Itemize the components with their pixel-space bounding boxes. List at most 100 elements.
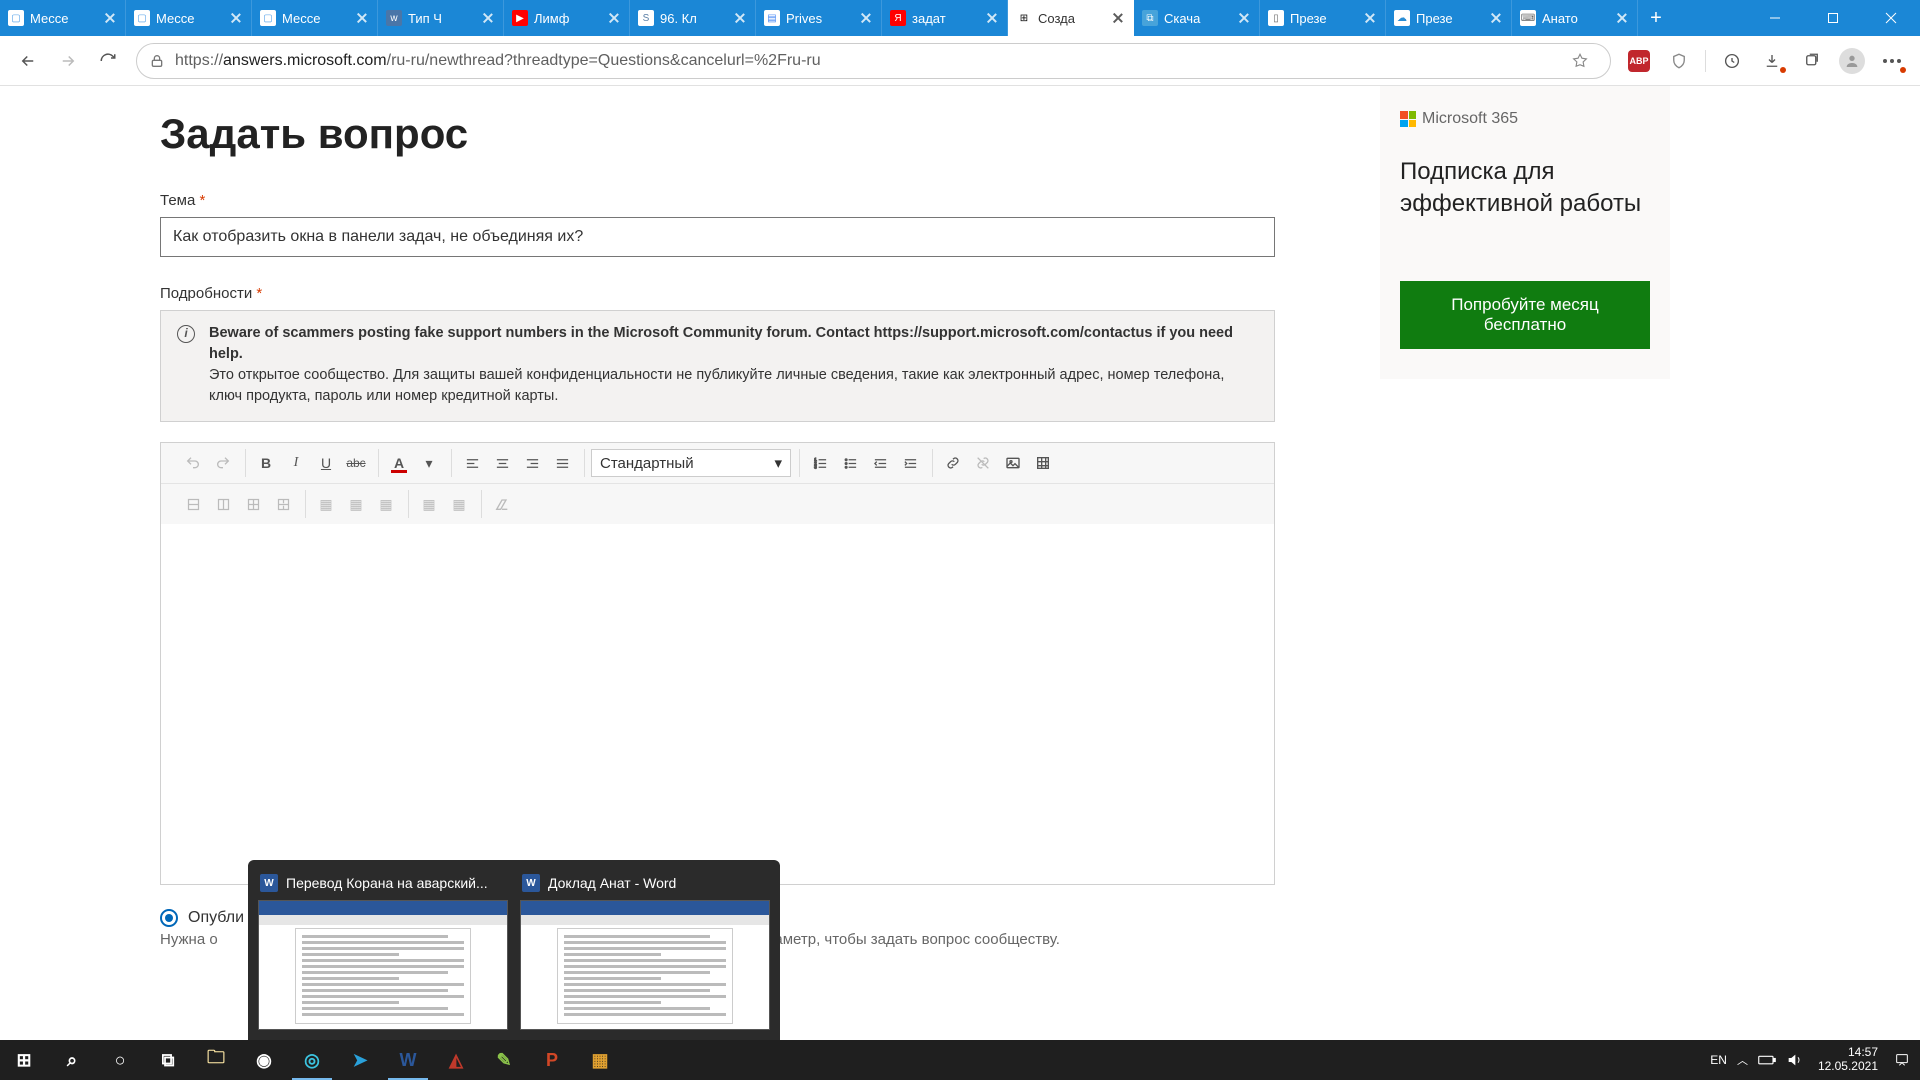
taskbar-search[interactable]: ⌕ — [48, 1040, 96, 1080]
browser-tab[interactable]: S96. Кл — [630, 0, 756, 36]
paragraph-style-select[interactable]: Стандартный▾ — [591, 449, 791, 477]
browser-tab[interactable]: ▤Prives — [756, 0, 882, 36]
link-button[interactable] — [939, 449, 967, 477]
share-icon[interactable] — [1794, 43, 1830, 79]
tab-close-icon[interactable] — [103, 11, 117, 25]
subject-input[interactable] — [160, 217, 1275, 257]
bold-button[interactable]: B — [252, 449, 280, 477]
tab-close-icon[interactable] — [1615, 11, 1629, 25]
downloads-icon[interactable] — [1754, 43, 1790, 79]
unordered-list-button[interactable] — [836, 449, 864, 477]
tab-title: Презе — [1416, 11, 1483, 26]
outdent-button[interactable] — [866, 449, 894, 477]
tab-close-icon[interactable] — [607, 11, 621, 25]
taskbar-app-red[interactable]: ◭ — [432, 1040, 480, 1080]
tab-close-icon[interactable] — [355, 11, 369, 25]
tab-favicon: ☁ — [1394, 10, 1410, 26]
profile-avatar[interactable] — [1834, 43, 1870, 79]
browser-tab[interactable]: ▢Мессе — [0, 0, 126, 36]
taskbar-preview[interactable]: WПеревод Корана на аварский... — [258, 870, 508, 1030]
table-button[interactable] — [1029, 449, 1057, 477]
indent-button[interactable] — [896, 449, 924, 477]
tray-clock[interactable]: 14:5712.05.2021 — [1812, 1046, 1884, 1074]
tab-close-icon[interactable] — [1363, 11, 1377, 25]
browser-tab[interactable]: ⌨Анато — [1512, 0, 1638, 36]
back-button[interactable] — [10, 43, 46, 79]
browser-tab[interactable]: ▢Мессе — [126, 0, 252, 36]
window-maximize-button[interactable] — [1804, 0, 1862, 36]
tray-volume-icon[interactable] — [1786, 1052, 1802, 1068]
taskbar-app-grid[interactable]: ▦ — [576, 1040, 624, 1080]
browser-tab[interactable]: ⧉Скача — [1134, 0, 1260, 36]
table-row-button — [179, 490, 207, 518]
tray-battery-icon[interactable] — [1758, 1054, 1776, 1066]
taskbar-edge[interactable]: ◎ — [288, 1040, 336, 1080]
tab-close-icon[interactable] — [985, 11, 999, 25]
address-bar[interactable]: https://answers.microsoft.com/ru-ru/newt… — [136, 43, 1611, 79]
align-left-button[interactable] — [458, 449, 486, 477]
unlink-button — [969, 449, 997, 477]
favorite-star-icon[interactable] — [1562, 43, 1598, 79]
tab-favicon: ▢ — [134, 10, 150, 26]
adblock-icon[interactable]: ABP — [1621, 43, 1657, 79]
tab-favicon: ⌨ — [1520, 10, 1536, 26]
taskbar-taskview[interactable]: ⧉ — [144, 1040, 192, 1080]
align-right-button[interactable] — [518, 449, 546, 477]
taskbar-explorer[interactable]: 🗀 — [192, 1040, 240, 1080]
browser-tab[interactable]: wТип Ч — [378, 0, 504, 36]
tab-close-icon[interactable] — [733, 11, 747, 25]
image-button[interactable] — [999, 449, 1027, 477]
window-close-button[interactable] — [1862, 0, 1920, 36]
taskbar-cortana[interactable]: ○ — [96, 1040, 144, 1080]
editor-body[interactable] — [161, 524, 1274, 884]
publish-label: Опубли — [188, 909, 244, 927]
align-justify-button[interactable] — [548, 449, 576, 477]
subject-label: Тема * — [160, 192, 1440, 209]
tab-favicon: w — [386, 10, 402, 26]
browser-tab[interactable]: ⊞Созда — [1008, 0, 1134, 36]
history-icon[interactable] — [1714, 43, 1750, 79]
tray-lang[interactable]: EN — [1710, 1053, 1727, 1067]
taskbar-word[interactable]: W — [384, 1040, 432, 1080]
menu-button[interactable] — [1874, 43, 1910, 79]
taskbar-chrome[interactable]: ◉ — [240, 1040, 288, 1080]
reload-button[interactable] — [90, 43, 126, 79]
toolbar-right: ABP — [1621, 43, 1910, 79]
tab-title: 96. Кл — [660, 11, 727, 26]
table-cell-button — [239, 490, 267, 518]
taskbar-telegram[interactable]: ➤ — [336, 1040, 384, 1080]
new-tab-button[interactable]: + — [1638, 0, 1674, 36]
browser-tab[interactable]: ▯Презе — [1260, 0, 1386, 36]
tab-close-icon[interactable] — [1489, 11, 1503, 25]
taskbar-preview[interactable]: WДоклад Анат - Word — [520, 870, 770, 1030]
delete-row-button: ▦ — [372, 490, 400, 518]
warning-bold: Beware of scammers posting fake support … — [209, 323, 1258, 365]
taskbar-start[interactable]: ⊞ — [0, 1040, 48, 1080]
tab-close-icon[interactable] — [859, 11, 873, 25]
align-center-button[interactable] — [488, 449, 516, 477]
taskbar-notepadpp[interactable]: ✎ — [480, 1040, 528, 1080]
tab-close-icon[interactable] — [229, 11, 243, 25]
promo-cta-button[interactable]: Попробуйте месяц бесплатно — [1400, 281, 1650, 349]
tray-notifications-icon[interactable] — [1894, 1052, 1910, 1068]
tab-close-icon[interactable] — [1111, 11, 1125, 25]
browser-tab[interactable]: Язадат — [882, 0, 1008, 36]
strike-button[interactable]: abc — [342, 449, 370, 477]
publish-radio[interactable] — [160, 909, 178, 927]
tab-close-icon[interactable] — [1237, 11, 1251, 25]
tray-chevron-icon[interactable]: ︿ — [1737, 1052, 1748, 1068]
font-color-dropdown[interactable]: ▾ — [415, 449, 443, 477]
browser-tab[interactable]: ▢Мессе — [252, 0, 378, 36]
lock-icon — [149, 53, 165, 69]
underline-button[interactable]: U — [312, 449, 340, 477]
ordered-list-button[interactable]: 123 — [806, 449, 834, 477]
window-minimize-button[interactable] — [1746, 0, 1804, 36]
shield-icon[interactable] — [1661, 43, 1697, 79]
browser-tab[interactable]: ▶Лимф — [504, 0, 630, 36]
tab-title: Созда — [1038, 11, 1105, 26]
italic-button[interactable]: I — [282, 449, 310, 477]
browser-tab[interactable]: ☁ Презе — [1386, 0, 1512, 36]
tab-close-icon[interactable] — [481, 11, 495, 25]
font-color-button[interactable]: A — [385, 449, 413, 477]
taskbar-powerpoint[interactable]: P — [528, 1040, 576, 1080]
